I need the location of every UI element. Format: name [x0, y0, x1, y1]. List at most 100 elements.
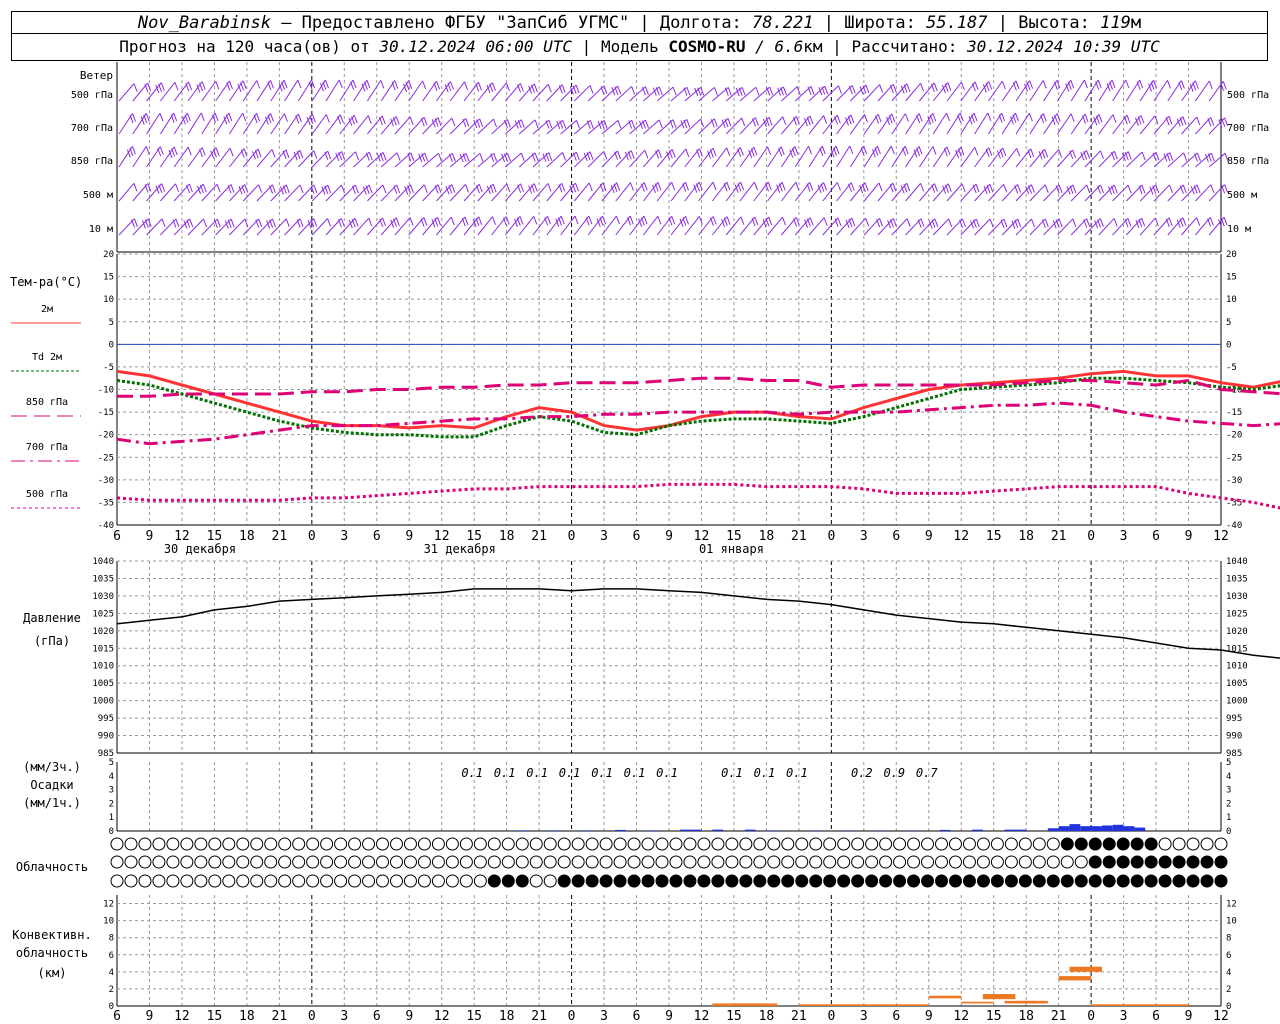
- wind-barb-feather: [395, 217, 400, 226]
- cloud-symbol: [264, 874, 278, 888]
- wind-barb-feather: [574, 215, 579, 225]
- wind-barb: [932, 112, 950, 135]
- pres-ytick-left: 1015: [92, 644, 114, 654]
- wind-barb: [1001, 112, 1019, 135]
- wind-barb: [422, 216, 442, 236]
- wind-barb-feather: [1100, 184, 1104, 194]
- cloud-symbol: [515, 837, 529, 851]
- temp-ytick-left: 20: [103, 250, 114, 260]
- wind-barb: [781, 181, 800, 202]
- wind-barb-feather: [465, 153, 470, 162]
- cloud-symbol: [501, 874, 515, 888]
- cloud-title: Облачность: [16, 860, 88, 874]
- cloud-symbol: [180, 837, 194, 851]
- cloud-symbol: [585, 874, 599, 888]
- wind-barb: [311, 79, 329, 102]
- cloud-symbol: [990, 855, 1004, 869]
- wind-barb-feather: [297, 113, 302, 123]
- wind-barb-feather: [230, 184, 235, 193]
- cloud-symbol: [194, 855, 208, 869]
- wind-barb-feather: [685, 216, 689, 225]
- wind-barb-feather: [971, 82, 976, 92]
- wind-barb-feather: [270, 113, 274, 122]
- wind-barb-feather: [1026, 82, 1031, 91]
- cloud-symbol: [362, 837, 376, 851]
- cloud-symbol: [907, 874, 921, 888]
- cloud-symbol: [1116, 855, 1130, 869]
- wind-barb-feather: [1095, 115, 1100, 124]
- wind-barb-feather: [1111, 79, 1116, 89]
- wind-barb-feather: [184, 114, 189, 123]
- cloud-symbol: [1046, 855, 1060, 869]
- cloud-symbol: [487, 874, 501, 888]
- cloud-symbol: [739, 855, 753, 869]
- precip-bar: [647, 830, 659, 831]
- wind-barb: [808, 115, 828, 135]
- cloud-symbol: [627, 837, 641, 851]
- wind-barb-feather: [712, 147, 717, 157]
- wind-barb-feather: [240, 149, 245, 158]
- cloud-symbol: [935, 837, 949, 851]
- wind-barb-feather: [1150, 81, 1155, 91]
- wind-barb-feather: [1044, 148, 1049, 158]
- wind-barb-feather: [143, 114, 148, 124]
- hour-label: 0: [568, 529, 576, 544]
- wind-barb-feather: [658, 119, 663, 129]
- wind-barb-feather: [944, 83, 949, 92]
- wind-barb-feather: [916, 114, 921, 124]
- wind-barb-feather: [1209, 217, 1214, 226]
- wind-barb: [822, 114, 841, 135]
- hour-label: 9: [1185, 529, 1193, 544]
- wind-barb-feather: [161, 218, 166, 228]
- wind-barb-feather: [199, 82, 203, 92]
- wind-barb-feather: [478, 82, 482, 91]
- cloud-symbol: [557, 837, 571, 851]
- wind-barb-feather: [1070, 79, 1075, 89]
- wind-barb: [1015, 112, 1033, 135]
- cloud-symbol: [194, 837, 208, 851]
- wind-barb-feather: [534, 152, 539, 162]
- wind-barb-feather: [338, 79, 343, 89]
- wind-barb-feather: [133, 83, 138, 92]
- cloud-symbol: [837, 855, 851, 869]
- cloud-symbol: [431, 874, 445, 888]
- wind-barb-feather: [712, 181, 717, 191]
- cloud-symbol: [110, 874, 124, 888]
- hour-label: 9: [146, 529, 154, 544]
- hour-label-bottom: 0: [568, 1009, 576, 1024]
- wind-barb: [187, 81, 206, 102]
- hour-label-bottom: 6: [633, 1009, 641, 1024]
- wind-barb-shaft: [1112, 79, 1127, 102]
- conv-bar: [961, 1001, 994, 1004]
- cloud-symbol: [417, 874, 431, 888]
- conv-bar: [1015, 1000, 1048, 1004]
- wind-barb-shaft: [1015, 112, 1030, 135]
- wind-barb-feather: [686, 87, 691, 96]
- wind-barb-feather: [520, 119, 525, 128]
- hour-label-bottom: 9: [665, 1009, 673, 1024]
- wind-barb-feather: [187, 147, 192, 156]
- wind-barb-feather: [834, 116, 839, 125]
- wind-barb: [339, 79, 357, 102]
- temp-ytick-left: -5: [103, 363, 114, 373]
- wind-barb-feather: [382, 217, 387, 227]
- cloud-symbol: [725, 837, 739, 851]
- wind-barb-feather: [160, 82, 165, 91]
- wind-barb-shaft: [284, 79, 299, 102]
- wind-barb-feather: [808, 146, 813, 155]
- wind-barb: [587, 182, 607, 202]
- wind-barb-feather: [1042, 80, 1047, 89]
- wind-barb: [242, 148, 262, 168]
- wind-barb-feather: [212, 114, 217, 123]
- wind-barb-feather: [629, 182, 634, 191]
- wind-barb-feather: [848, 183, 852, 192]
- temp-ytick-left: -35: [98, 498, 114, 508]
- precip-bar: [1058, 826, 1070, 831]
- wind-barb-feather: [258, 184, 263, 193]
- wind-barb-feather: [409, 184, 414, 194]
- wind-barb: [808, 182, 828, 202]
- cloud-symbol: [417, 855, 431, 869]
- cloud-symbol: [152, 855, 166, 869]
- cloud-symbol: [501, 837, 515, 851]
- cloud-symbol: [180, 855, 194, 869]
